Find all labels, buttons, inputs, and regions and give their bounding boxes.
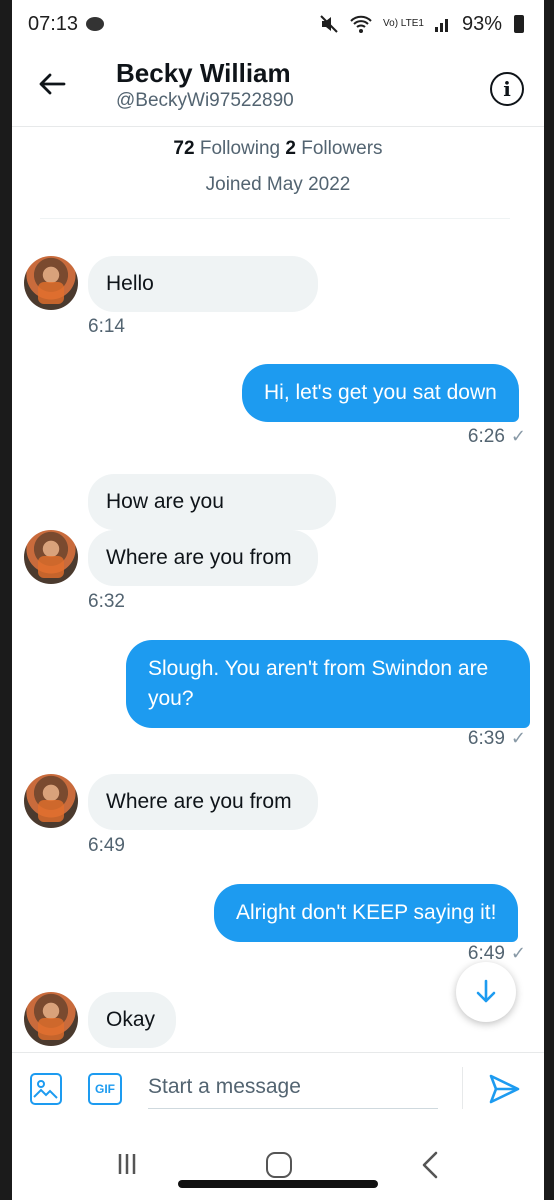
status-indicators: Vo) LTE1 93% [319, 13, 524, 36]
device-frame-left [0, 0, 12, 1200]
avatar[interactable] [24, 992, 78, 1046]
send-button[interactable] [486, 1071, 522, 1107]
avatar[interactable] [24, 774, 78, 828]
message-timestamp: 6:49 ✓ [468, 943, 526, 965]
following-label[interactable]: Following [200, 138, 280, 159]
signal-icon [434, 19, 448, 32]
message-bubble-outgoing[interactable]: Hi, let's get you sat down [242, 364, 519, 422]
avatar[interactable] [24, 530, 78, 584]
followers-label[interactable]: Followers [301, 138, 382, 159]
message-timestamp: 6:49 [88, 835, 125, 856]
back-button[interactable] [34, 66, 70, 102]
sent-check-icon: ✓ [510, 426, 526, 446]
following-count: 72 [173, 138, 195, 159]
header-divider [12, 126, 544, 127]
message-bubble-incoming[interactable]: Where are you from [88, 774, 318, 830]
status-time: 07:13 [28, 12, 79, 35]
status-bar: 07:13 Vo) LTE1 93% [12, 0, 544, 48]
followers-count: 2 [285, 138, 296, 159]
message-timestamp: 6:14 [88, 316, 125, 337]
sent-check-icon: ✓ [510, 728, 526, 748]
image-icon[interactable] [30, 1073, 62, 1105]
info-button[interactable]: i [490, 72, 524, 106]
system-nav-bar [12, 1122, 544, 1200]
conversation-header: Becky William @BeckyWi97522890 i [12, 48, 544, 128]
message-timestamp: 6:26 ✓ [468, 426, 526, 448]
avatar[interactable] [24, 256, 78, 310]
recent-apps-icon[interactable] [112, 1152, 142, 1176]
joined-date: Joined May 2022 [205, 174, 351, 195]
send-icon [489, 1074, 520, 1104]
message-composer: GIF [12, 1052, 544, 1122]
profile-stats: 72 Following 2 Followers [12, 138, 544, 160]
message-bubble-incoming[interactable]: How are you [88, 474, 336, 530]
gif-label: GIF [95, 1082, 115, 1096]
message-time: 6:39 [467, 728, 505, 749]
gif-icon[interactable]: GIF [88, 1073, 122, 1105]
message-bubble-outgoing[interactable]: Alright don't KEEP saying it! [214, 884, 519, 942]
message-bubble-incoming[interactable]: Okay [88, 992, 176, 1048]
composer-divider [462, 1067, 463, 1109]
home-indicator[interactable] [178, 1180, 378, 1188]
info-icon: i [503, 77, 511, 101]
profile-divider [40, 218, 510, 219]
battery-percent: 93% [461, 12, 502, 35]
system-back-icon[interactable] [416, 1150, 444, 1180]
message-bubble-incoming[interactable]: Hello [88, 256, 318, 312]
message-time: 6:49 [467, 943, 505, 964]
notification-icon [86, 17, 105, 31]
contact-handle[interactable]: @BeckyWi97522890 [116, 90, 294, 112]
message-timestamp: 6:39 ✓ [468, 728, 526, 750]
contact-name[interactable]: Becky William [116, 58, 291, 89]
message-input[interactable] [148, 1065, 438, 1109]
back-arrow-icon [39, 73, 66, 95]
home-icon[interactable] [266, 1152, 292, 1178]
message-bubble-outgoing[interactable]: Slough. You aren't from Swindon are you? [126, 640, 530, 728]
arrow-down-icon [476, 979, 496, 1003]
wifi-icon [350, 15, 372, 33]
sent-check-icon: ✓ [510, 943, 526, 963]
screen: 07:13 Vo) LTE1 93% Becky William @BeckyW… [12, 0, 544, 1200]
scroll-to-bottom-button[interactable] [456, 962, 516, 1022]
mute-icon [320, 15, 338, 33]
battery-icon [514, 15, 524, 33]
device-frame-right [544, 0, 554, 1200]
message-timestamp: 6:32 [88, 591, 125, 612]
message-bubble-incoming[interactable]: Where are you from [88, 530, 318, 586]
lte-label: Vo) LTE1 [383, 18, 424, 29]
message-time: 6:26 [467, 426, 505, 447]
